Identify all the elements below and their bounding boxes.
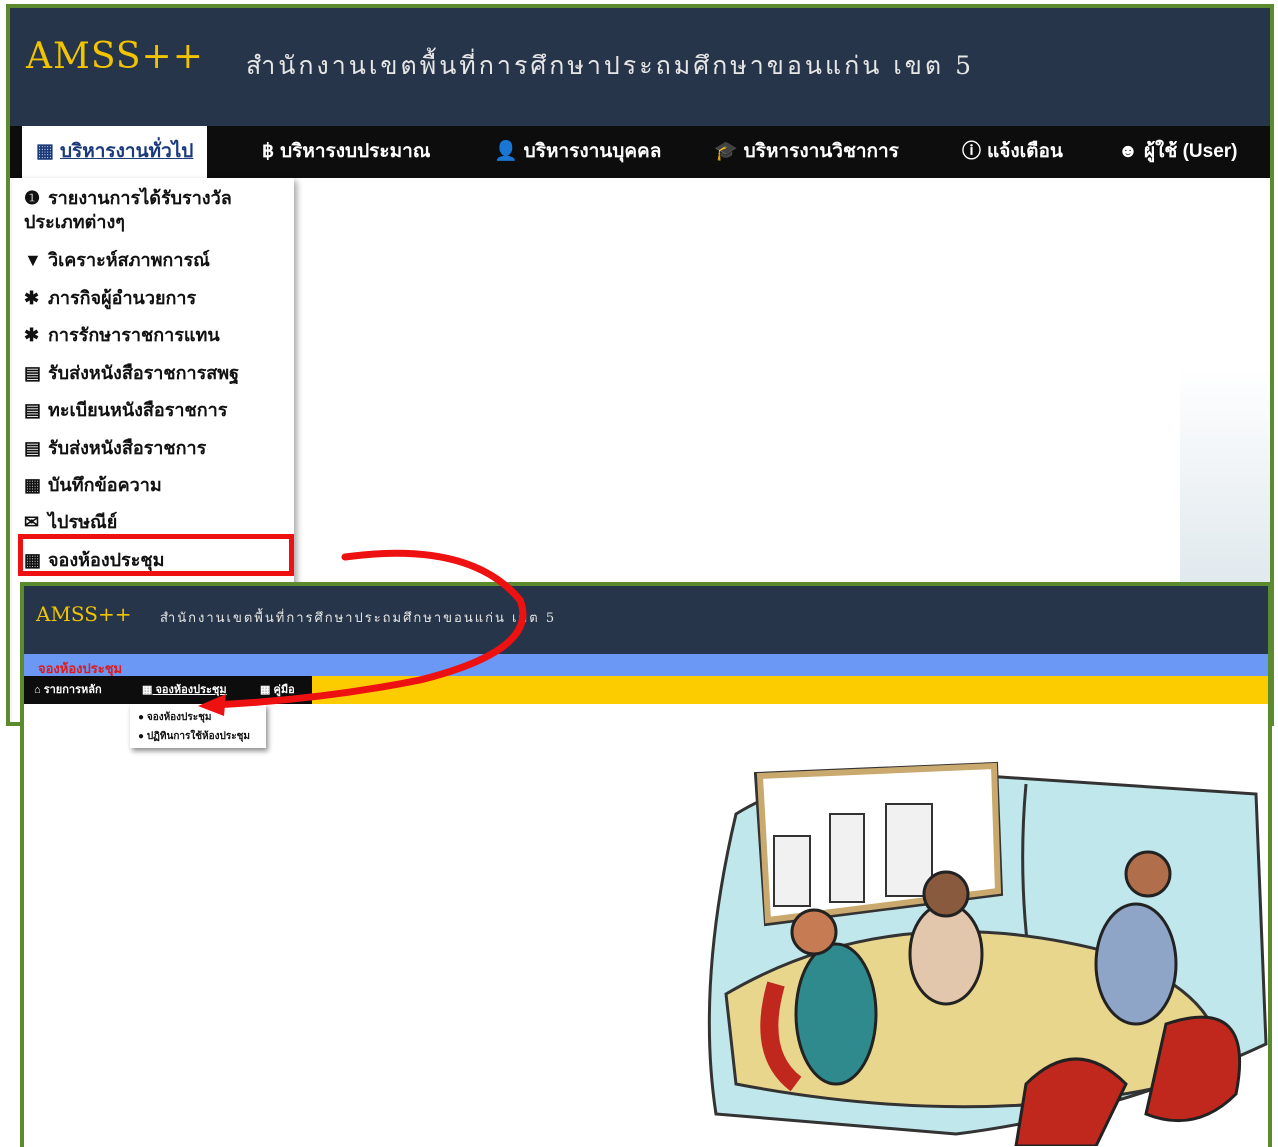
menu-item-director-tasks[interactable]: ✱ ภารกิจผู้อำนวยการ: [24, 286, 196, 310]
nav-label: บริหารงานบุคคล: [523, 141, 662, 162]
nav-label: ผู้ใช้ (User): [1144, 141, 1238, 162]
graduation-cap-icon: 🎓: [714, 141, 738, 162]
nav-meeting-booking[interactable]: ▦ จองห้องประชุม: [142, 676, 227, 704]
organization-name: สำนักงานเขตพื้นที่การศึกษาประถมศึกษาขอนแ…: [246, 51, 974, 80]
nav-home[interactable]: ⌂ รายการหลัก: [34, 676, 102, 704]
circle-arrow-icon: ●: [138, 712, 145, 723]
menu-item-situation-analysis[interactable]: ▼ วิเคราะห์สภาพการณ์: [24, 248, 210, 272]
book-icon: ▤: [24, 400, 42, 420]
screenshot-meeting-room-page: AMSS++ สำนักงานเขตพื้นที่การศึกษาประถมศึ…: [20, 582, 1272, 1147]
nav-label: แจ้งเตือน: [987, 141, 1063, 162]
main-navbar: ▦ บริหารงานทั่วไป ฿บริหารงบประมาณ 👤 บริหาร…: [10, 126, 1270, 178]
nav-manual[interactable]: ▦ คู่มือ: [260, 676, 295, 704]
dropdown-item-book-room[interactable]: ● จองห้องประชุม: [138, 710, 212, 725]
highlight-box: [18, 534, 294, 576]
nav-user-menu[interactable]: ☻ ผู้ใช้ (User): [1118, 126, 1238, 178]
menu-item-label: รายงานการได้รับรางวัล: [48, 188, 232, 208]
menu-item-label: ไปรษณีย์: [48, 512, 118, 532]
menu-item-label: รับส่งหนังสือราชการ: [48, 438, 207, 458]
book-icon: ▤: [24, 438, 42, 458]
user-icon: 👤: [494, 141, 518, 162]
dropdown-label: ปฏิทินการใช้ห้องประชุม: [146, 731, 250, 742]
menu-item-label: บันทึกข้อความ: [48, 475, 162, 495]
nav-label: บริหารงานทั่วไป: [59, 141, 194, 162]
info-icon: ❶: [24, 188, 41, 208]
grid-icon: ▦: [260, 684, 271, 696]
menu-item-awards-report[interactable]: ❶ รายงานการได้รับรางวัล ประเภทต่างๆ: [24, 186, 232, 234]
nav-label: บริหารงานวิชาการ: [743, 141, 899, 162]
nav-label: รายการหลัก: [43, 684, 102, 696]
menu-item-label: วิเคราะห์สภาพการณ์: [48, 250, 210, 270]
circle-arrow-icon: ●: [138, 731, 145, 742]
baht-icon: ฿: [262, 141, 275, 162]
nav-budget-admin[interactable]: ฿บริหารงบประมาณ: [262, 126, 430, 178]
menu-item-label: ทะเบียนหนังสือราชการ: [48, 400, 228, 420]
module-navbar: ⌂ รายการหลัก ▦ จองห้องประชุม ▦ คู่มือ: [24, 676, 312, 704]
filter-icon: ▼: [24, 250, 42, 270]
nav-notifications[interactable]: ⓘ แจ้งเตือน: [962, 126, 1063, 178]
dropdown-label: จองห้องประชุม: [146, 712, 212, 723]
nav-academic-admin[interactable]: 🎓 บริหารงานวิชาการ: [714, 126, 899, 178]
nav-label: จองห้องประชุม: [155, 684, 227, 696]
app-logo-text: AMSS++: [36, 602, 132, 626]
asterisk-icon: ✱: [24, 325, 40, 345]
nav-general-admin[interactable]: ▦ บริหารงานทั่วไป: [22, 126, 208, 178]
asterisk-icon: ✱: [24, 288, 40, 308]
dropdown-item-room-calendar[interactable]: ● ปฏิทินการใช้ห้องประชุม: [138, 729, 250, 744]
menu-item-document-registry[interactable]: ▤ ทะเบียนหนังสือราชการ: [24, 398, 227, 422]
menu-item-label-cont: ประเภทต่างๆ: [24, 212, 125, 232]
nav-label: คู่มือ: [273, 684, 295, 696]
menu-item-postal[interactable]: ✉ ไปรษณีย์: [24, 510, 117, 534]
menu-item-memo[interactable]: ▦ บันทึกข้อความ: [24, 473, 162, 497]
grid-icon: ▦: [24, 475, 42, 495]
menu-item-obec-documents[interactable]: ▤ รับส่งหนังสือราชการสพฐ: [24, 361, 239, 385]
app-logo-text: AMSS++: [26, 36, 204, 77]
book-icon: ▤: [24, 363, 42, 383]
meeting-clipart-image: [707, 761, 1268, 1146]
organization-name: สำนักงานเขตพื้นที่การศึกษาประถมศึกษาขอนแ…: [160, 611, 557, 626]
booking-dropdown: ● จองห้องประชุม ● ปฏิทินการใช้ห้องประชุม: [130, 704, 266, 748]
menu-item-label: การรักษาราชการแทน: [48, 325, 220, 345]
menu-item-label: ภารกิจผู้อำนวยการ: [48, 288, 197, 308]
app-header: AMSS++ สำนักงานเขตพื้นที่การศึกษาประถมศึ…: [24, 586, 1268, 654]
info-icon: ⓘ: [962, 141, 982, 162]
app-header: AMSS++ สำนักงานเขตพื้นที่การศึกษาประถมศึ…: [10, 8, 1270, 126]
grid-icon: ▦: [142, 684, 153, 696]
user-circle-icon: ☻: [1118, 141, 1138, 162]
nav-personnel-admin[interactable]: 👤 บริหารงานบุคคล: [494, 126, 661, 178]
menu-item-official-documents[interactable]: ▤ รับส่งหนังสือราชการ: [24, 436, 206, 460]
envelope-icon: ✉: [24, 512, 40, 532]
nav-label: บริหารงบประมาณ: [280, 141, 431, 162]
menu-item-label: รับส่งหนังสือราชการสพฐ: [48, 363, 240, 383]
home-icon: ⌂: [34, 684, 41, 696]
grid-icon: ▦: [36, 141, 54, 162]
menu-item-acting-duty[interactable]: ✱ การรักษาราชการแทน: [24, 323, 220, 347]
title-band: [24, 654, 1268, 676]
